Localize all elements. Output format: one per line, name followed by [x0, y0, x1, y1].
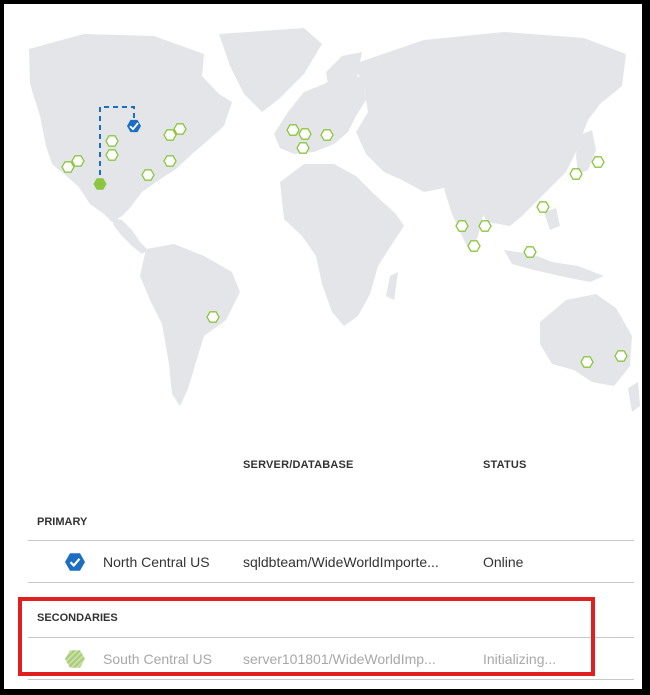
primary-status: Online [483, 554, 524, 570]
primary-server-database: sqldbteam/WideWorldImporte... [243, 554, 439, 570]
australia-shape [540, 294, 632, 386]
primary-section-label: PRIMARY [37, 516, 88, 528]
region-marker[interactable] [536, 201, 550, 213]
secondaries-highlight-box [18, 597, 595, 676]
status-column-header: STATUS [483, 459, 527, 471]
region-marker[interactable] [105, 135, 119, 147]
southeast-asia-shape [504, 250, 604, 282]
divider [28, 540, 634, 541]
madagascar-shape [386, 272, 398, 300]
region-marker[interactable] [569, 168, 583, 180]
region-marker[interactable] [286, 124, 300, 136]
continents [29, 28, 640, 412]
region-marker[interactable] [298, 128, 312, 140]
region-marker[interactable] [141, 169, 155, 181]
region-marker[interactable] [614, 350, 628, 362]
divider [28, 582, 634, 583]
region-marker[interactable] [523, 246, 537, 258]
south-america-shape [140, 244, 240, 406]
africa-shape [280, 164, 404, 326]
region-marker[interactable] [478, 220, 492, 232]
secondary-region-marker[interactable] [93, 178, 107, 190]
world-map [4, 4, 642, 424]
server-database-column-header: SERVER/DATABASE [243, 459, 354, 471]
asia-shape [354, 32, 626, 226]
divider [28, 679, 634, 680]
new-zealand-shape [628, 382, 640, 412]
region-marker[interactable] [173, 123, 187, 135]
region-marker[interactable] [163, 155, 177, 167]
japan-shape [576, 130, 596, 174]
primary-row[interactable]: North Central US sqldbteam/WideWorldImpo… [4, 542, 642, 582]
region-marker[interactable] [71, 155, 85, 167]
region-marker[interactable] [206, 311, 220, 323]
region-marker[interactable] [467, 240, 481, 252]
region-marker[interactable] [105, 149, 119, 161]
primary-region-name: North Central US [103, 554, 210, 570]
region-marker[interactable] [61, 161, 75, 173]
region-marker[interactable] [320, 129, 334, 141]
region-marker[interactable] [455, 220, 469, 232]
region-marker[interactable] [591, 156, 605, 168]
region-marker[interactable] [580, 356, 594, 368]
check-hexagon-icon [65, 553, 85, 571]
region-marker[interactable] [163, 129, 177, 141]
region-marker[interactable] [296, 142, 310, 154]
geo-replication-panel: SERVER/DATABASE STATUS PRIMARY North Cen… [4, 4, 642, 689]
central-america-shape [112, 218, 148, 254]
